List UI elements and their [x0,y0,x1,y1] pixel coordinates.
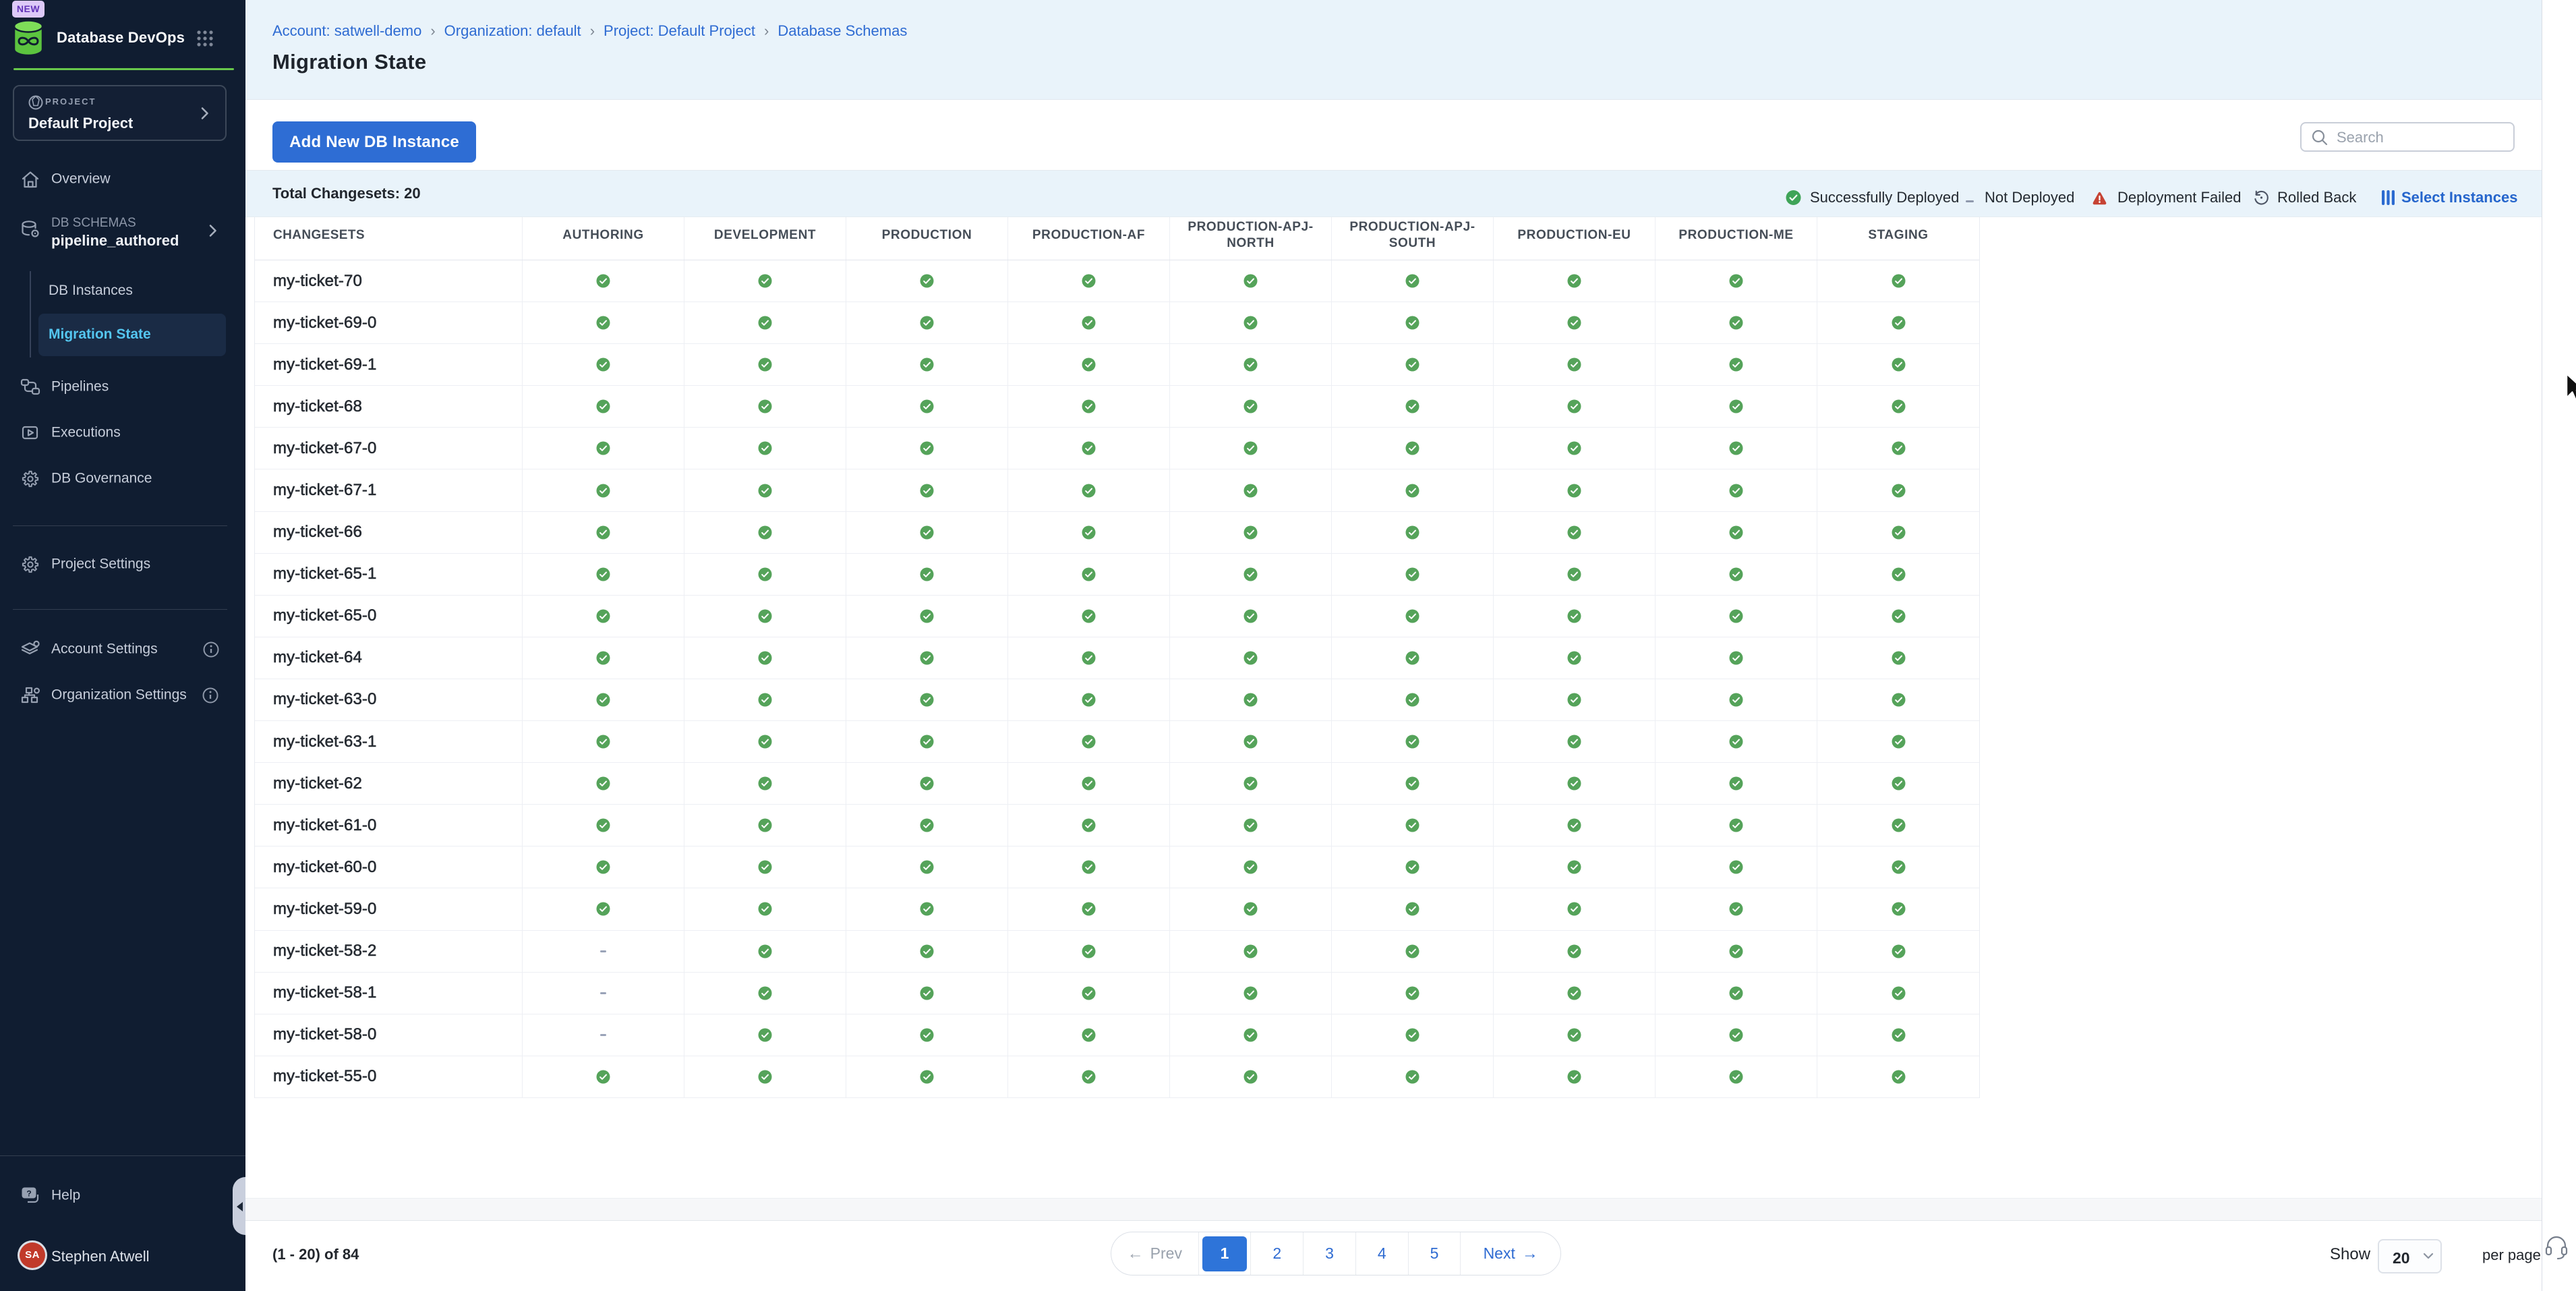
svg-text:?: ? [26,1189,31,1199]
